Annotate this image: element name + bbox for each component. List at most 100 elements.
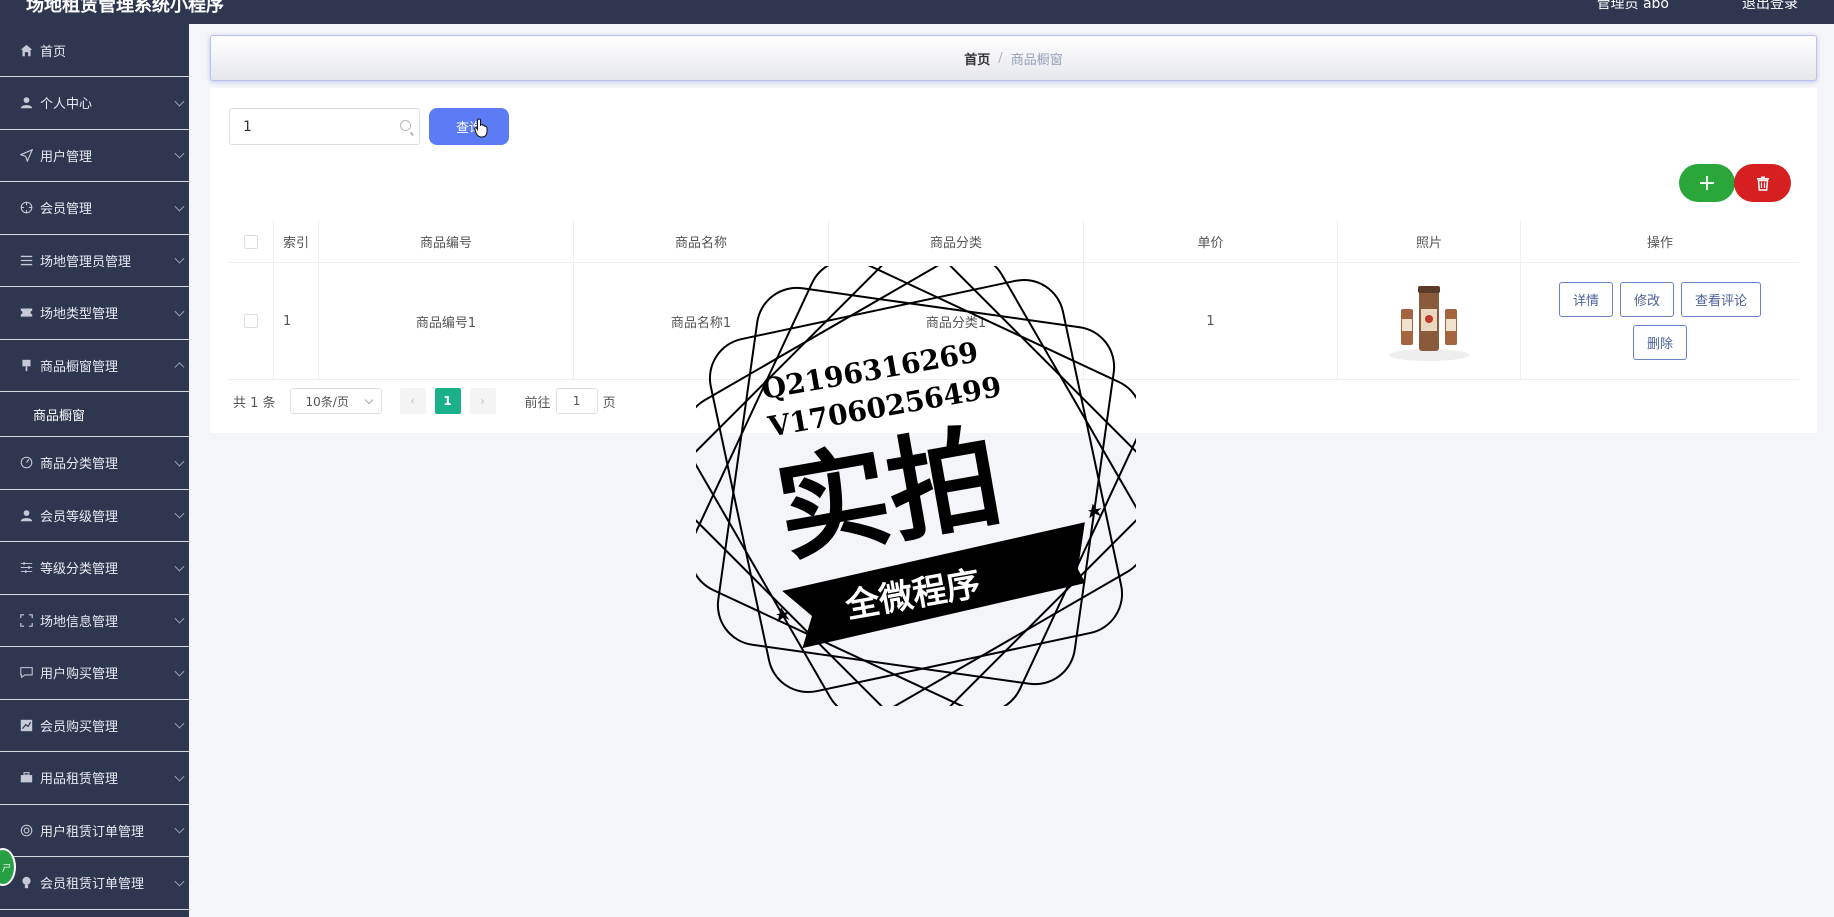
goto-prefix: 前往 [524,395,551,411]
sidebar-item-categories[interactable]: 商品分类管理 [0,437,189,490]
bulk-delete-button[interactable] [1734,164,1791,202]
breadcrumb-home[interactable]: 首页 [964,49,990,68]
select-all-checkbox[interactable] [244,234,258,249]
chevron-down-icon [174,456,185,467]
header-index: 索引 [274,221,319,262]
hand-cursor-icon [474,118,488,138]
goto-suffix: 页 [602,395,616,411]
sidebar-item-home[interactable]: 首页 [0,24,189,77]
search-icon [400,120,411,131]
search-input[interactable]: 1 [229,108,420,145]
table-header-row: 索引 商品编号 商品名称 商品分类 单价 照片 操作 [229,221,1799,263]
add-button[interactable]: + [1679,164,1735,202]
page-size-select[interactable]: 10条/页 [289,388,382,414]
user-icon [18,507,34,523]
header-name: 商品名称 [574,221,829,262]
chevron-down-icon [174,876,185,887]
breadcrumb-current: 商品橱窗 [1010,52,1063,68]
chevron-left-icon: ‹ [410,394,415,408]
frame-icon [18,612,34,628]
chevron-down-icon [174,613,185,624]
send-icon [18,147,34,163]
sidebar-item-label: 会员租赁订单管理 [40,877,145,893]
delete-button[interactable]: 删除 [1632,325,1687,360]
cell-category: 商品分类1 [829,263,1084,379]
view-reviews-button[interactable]: 查看评论 [1681,282,1762,317]
breadcrumb-separator: / [998,50,1003,66]
next-page-button[interactable]: › [469,388,496,414]
watermark-big-text: 实拍 [768,411,1011,578]
sidebar-item-member-rental-orders[interactable]: 会员租赁订单管理 [0,857,189,910]
product-photo[interactable] [1383,281,1475,361]
logout-link[interactable]: 退出登录 [1742,0,1798,13]
cell-photo [1338,263,1521,379]
sidebar-item-label: 用户租赁订单管理 [40,824,145,840]
search-input-value: 1 [243,118,252,135]
chevron-right-icon: › [480,394,485,408]
chevron-down-icon [174,96,185,107]
sidebar-item-label: 会员等级管理 [40,509,119,525]
pagination-total: 共 1 条 [233,395,276,411]
header-select-all[interactable] [229,221,274,262]
page-size-value: 10条/页 [305,394,349,409]
goto-page-input[interactable]: 1 [555,388,598,414]
sidebar-item-profile[interactable]: 个人中心 [0,77,189,130]
chevron-down-icon [174,508,185,519]
sidebar-item-label: 商品橱窗管理 [40,359,119,375]
detail-button[interactable]: 详情 [1558,282,1613,317]
sidebar-item-label: 场地信息管理 [40,614,119,630]
sidebar-item-user-rental-orders[interactable]: 用户租赁订单管理 [0,805,189,857]
pin-icon [18,357,34,373]
sidebar-item-equipment-rental[interactable]: 用品租赁管理 [0,752,189,805]
user-icon [18,95,34,111]
app-title: 场地租赁管理系统小程序 [26,0,224,16]
row-checkbox[interactable] [244,314,258,328]
sidebar-item-venue-info[interactable]: 场地信息管理 [0,595,189,647]
header-category: 商品分类 [829,221,1084,262]
query-button[interactable]: 查询 [429,108,509,145]
chevron-down-icon [174,561,185,572]
edit-button[interactable]: 修改 [1619,282,1674,317]
star-icon [1087,503,1102,519]
sidebar-item-label: 用户购买管理 [40,667,119,683]
cell-actions: 详情 修改 查看评论 删除 [1521,263,1799,379]
product-table: 索引 商品编号 商品名称 商品分类 单价 照片 操作 1 商品编号1 商品名称 1… [229,221,1799,380]
header-price: 单价 [1084,221,1338,262]
sidebar-item-members[interactable]: 会员管理 [0,182,189,235]
row-select[interactable] [229,263,274,379]
chevron-down-icon [174,771,185,782]
chevron-down-icon [174,718,185,729]
sidebar-item-showcase[interactable]: 商品橱窗管理 [0,340,189,392]
sidebar-subitem-showcase[interactable]: 商品橱窗 [0,392,189,437]
home-icon [18,42,34,58]
bulb-icon [18,875,34,891]
sidebar-item-label: 商品分类管理 [40,457,119,473]
sidebar-item-users[interactable]: 用户管理 [0,130,189,182]
ticket-icon [18,305,34,321]
star-icon [776,607,790,623]
list-icon [18,252,34,268]
sidebar-item-venue-admins[interactable]: 场地管理员管理 [0,235,189,287]
sidebar-item-user-purchases[interactable]: 用户购买管理 [0,647,189,700]
sidebar-item-label: 会员管理 [40,202,93,218]
page-number-1[interactable]: 1 [434,388,461,414]
sidebar-item-label: 场地类型管理 [40,307,119,323]
chevron-down-icon [174,823,185,834]
prev-page-button[interactable]: ‹ [399,388,426,414]
sidebar-item-level-categories[interactable]: 等级分类管理 [0,542,189,595]
cell-code: 商品编号1 [319,263,574,379]
cell-index: 1 [274,263,319,379]
sidebar: 首页 个人中心 用户管理 会员管理 场地管理员管理 场地类型管理 商品橱窗管理 … [0,24,189,917]
sidebar-item-label: 场地管理员管理 [40,254,132,270]
sidebar-item-member-levels[interactable]: 会员等级管理 [0,490,189,542]
chevron-down-icon [174,666,185,677]
sidebar-item-label: 个人中心 [40,97,93,113]
chevron-up-icon [174,362,185,373]
sidebar-item-label: 会员购买管理 [40,719,119,735]
sidebar-item-label: 等级分类管理 [40,562,119,578]
sidebar-item-venue-types[interactable]: 场地类型管理 [0,287,189,340]
sidebar-item-member-purchases[interactable]: 会员购买管理 [0,700,189,752]
cell-price: 1 [1084,263,1338,379]
target-icon [18,200,34,216]
watermark-ribbon: 全微程序 [841,564,983,627]
